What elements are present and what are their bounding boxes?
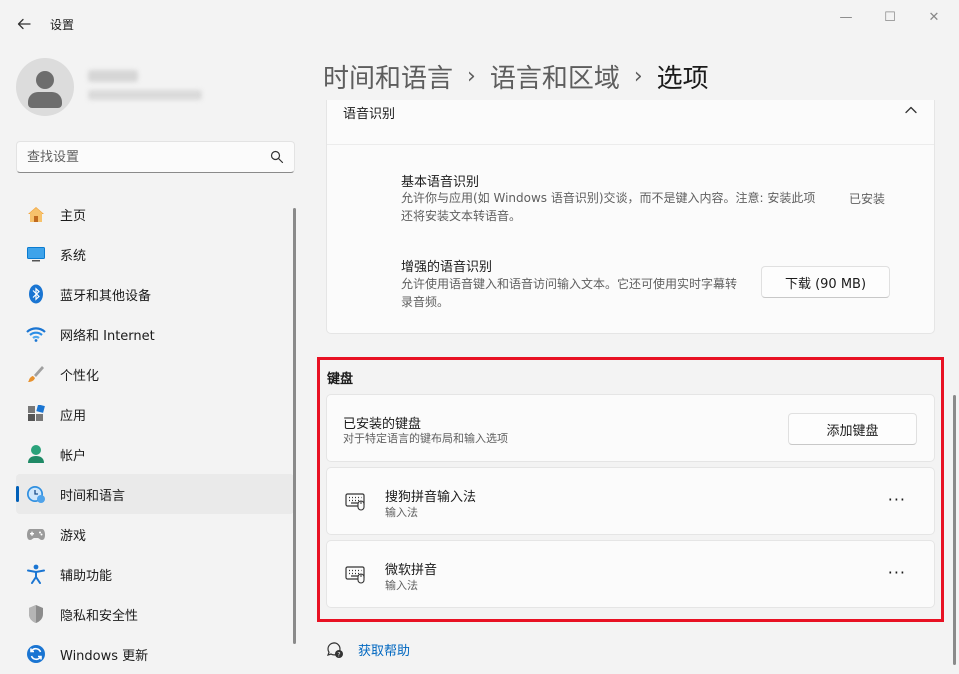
time-language-icon [25,483,47,505]
get-help-link[interactable]: 获取帮助 [358,640,410,659]
chevron-up-icon[interactable] [904,104,918,116]
update-icon [25,643,47,665]
account-icon [25,443,47,465]
user-email-redacted [88,90,202,100]
installed-status: 已安装 [849,192,886,206]
basic-speech-desc: 允许你与应用(如 Windows 语音识别)交谈，而不是键入内容。注意: 安装此… [401,191,816,223]
download-button[interactable]: 下载 (90 MB) [761,266,890,298]
sidebar-nav: 主页 系统 蓝牙和其他设备 网络和 Internet 个性化 应用 帐户 时间和… [16,194,294,674]
divider [327,144,934,145]
sidebar-item-home[interactable]: 主页 [16,194,294,234]
enhanced-speech-desc: 允许使用语音键入和语音访问输入文本。它还可使用实时字幕转录音频。 [401,277,738,309]
sidebar-item-windows-update[interactable]: Windows 更新 [16,634,294,674]
avatar [16,58,74,116]
back-button[interactable] [12,12,36,36]
minimize-button[interactable]: — [826,6,866,28]
search-input[interactable] [17,142,257,172]
search-icon[interactable] [270,150,284,164]
sidebar-item-apps[interactable]: 应用 [16,394,294,434]
highlight-box [317,357,944,622]
sidebar-item-personalization[interactable]: 个性化 [16,354,294,394]
help-icon: ? [327,641,343,658]
shield-icon [25,603,47,625]
back-arrow-icon [17,18,31,30]
speech-recognition-card: 语音识别 基本语音识别 允许你与应用(如 Windows 语音识别)交谈，而不是… [326,100,935,334]
sidebar-item-bluetooth[interactable]: 蓝牙和其他设备 [16,274,294,314]
close-button[interactable]: ✕ [914,6,954,28]
maximize-button[interactable]: ☐ [870,6,910,28]
chevron-right-icon: › [467,63,476,89]
home-icon [25,203,47,225]
accessibility-icon [25,563,47,585]
sidebar-item-time-language[interactable]: 时间和语言 [16,474,294,514]
basic-speech-title: 基本语音识别 [401,175,480,190]
get-help[interactable]: ? 获取帮助 [326,640,410,659]
sidebar-item-privacy[interactable]: 隐私和安全性 [16,594,294,634]
brush-icon [25,363,47,385]
sidebar-item-accounts[interactable]: 帐户 [16,434,294,474]
page-title: 选项 [656,63,709,94]
app-title: 设置 [50,18,75,32]
sidebar-item-network[interactable]: 网络和 Internet [16,314,294,354]
sidebar-item-system[interactable]: 系统 [16,234,294,274]
wifi-icon [25,323,47,345]
enhanced-speech-title: 增强的语音识别 [401,260,493,275]
sidebar-item-gaming[interactable]: 游戏 [16,514,294,554]
system-icon [25,243,47,265]
main-scrollbar[interactable] [953,395,956,665]
breadcrumb-language-region[interactable]: 语言和区域 [490,58,620,95]
active-indicator [16,486,19,502]
gamepad-icon [25,523,47,545]
speech-recognition-header[interactable]: 语音识别 [343,103,395,122]
title-bar: 设置 — ☐ ✕ [0,0,959,48]
user-name-redacted [88,70,138,82]
svg-text:?: ? [337,651,340,658]
sidebar-item-accessibility[interactable]: 辅助功能 [16,554,294,594]
bluetooth-icon [25,283,47,305]
apps-icon [25,403,47,425]
breadcrumb-time-language[interactable]: 时间和语言 [323,58,453,95]
breadcrumb: 时间和语言 › 语言和区域 › 选项 [323,56,709,96]
user-profile[interactable] [16,56,286,120]
chevron-right-icon: › [633,63,643,89]
search-box[interactable] [16,141,295,173]
sidebar-scrollbar[interactable] [293,208,296,644]
